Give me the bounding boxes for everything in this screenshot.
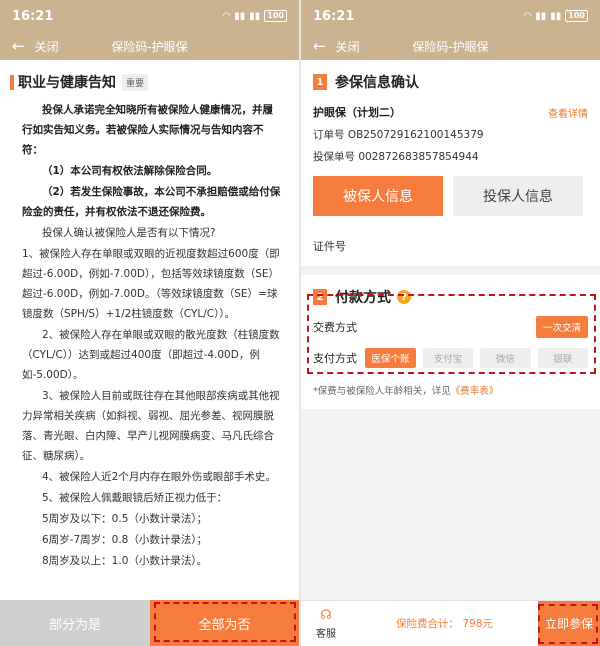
notice-item: 1、被保险人存在单眼或双眼的近视度数超过600度（即超过-6.00D，例如-7.… [22,248,280,320]
tab-holder[interactable]: 投保人信息 [453,176,583,216]
product-row: 护眼保（计划二） 查看详情 [301,100,600,124]
pay-once-button[interactable]: 一次交清 [535,316,588,338]
pay-option-alipay[interactable]: 支付宝 [422,348,474,368]
id-number-label: 证件号 [313,240,346,253]
notice-paragraph: 投保人承诺完全知晓所有被保险人健康情况，并履行如实告知义务。若被保险人实际情况与… [22,104,273,156]
nav-bar: ← 关闭 保险码-护眼保 [0,32,299,60]
signal-icon: ▮▮ [535,10,547,22]
signal-icon-2: ▮▮ [249,10,261,22]
all-no-button[interactable]: 全部为否 [150,600,299,646]
payment-card: 2 付款方式 ? 交费方式 一次交清 支付方式 医保个账 支付宝 微信 银联 *… [301,275,600,409]
customer-service-button[interactable]: ☊ 客服 [301,601,351,646]
person-tabs: 被保人信息 投保人信息 [301,168,600,216]
wifi-icon: ◠ [222,10,231,22]
section-title: 参保信息确认 [335,75,419,91]
notice-body: 投保人承诺完全知晓所有被保险人健康情况，并履行如实告知义务。若被保险人实际情况与… [0,100,299,571]
payment-mode-label: 交费方式 [313,321,357,334]
checkout-bar: ☊ 客服 保险费合计： 798元 立即参保 [301,600,600,646]
payment-method-row: 支付方式 医保个账 支付宝 微信 银联 [301,341,600,375]
status-icons: ◠ ▮▮ ▮▮ 100 [223,10,287,22]
headset-icon: ☊ [320,607,332,623]
status-time: 16:21 [12,8,54,24]
back-arrow-icon[interactable]: ← [313,37,326,55]
status-bar: 16:21 ◠ ▮▮ ▮▮ 100 [0,0,299,32]
notice-paragraph: （1）本公司有权依法解除保险合同。 [42,165,218,177]
section-number: 1 [313,74,327,90]
notice-paragraph: （2）若发生保险事故，本公司不承担赔偿或给付保险金的责任，并有权依法不退还保险费… [22,186,281,218]
close-link[interactable]: 关闭 [336,38,360,55]
premium-tip: *保费与被保险人年龄相关，详见《费率表》 [301,375,600,409]
notice-item: 4、被保险人近2个月内存在眼外伤或眼部手术史。 [42,471,276,483]
section-header: 1 参保信息确认 [301,60,600,100]
enroll-now-label: 立即参保 [544,617,593,631]
tab-insured[interactable]: 被保人信息 [313,176,443,216]
vision-item: 6周岁-7周岁：0.8（小数计录法）； [42,534,208,546]
status-icons: ◠ ▮▮ ▮▮ 100 [524,10,588,22]
battery-icon: 100 [264,10,287,22]
notice-item: 5、被保险人佩戴眼镜后矫正视力低于： [42,492,228,504]
screenshot-root: 16:21 ◠ ▮▮ ▮▮ 100 ← 关闭 保险码-护眼保 职业与健康告知 重… [0,0,600,646]
service-label: 客服 [316,628,336,640]
pay-option-medical[interactable]: 医保个账 [365,348,416,368]
product-name: 护眼保（计划二） [313,106,401,119]
notice-actions: 部分为是 全部为否 [0,600,299,646]
section-header: 2 付款方式 ? [301,275,600,313]
notice-item: 3、被保险人目前或既往存在其他眼部疾病或其他视力异常相关疾病（如斜视、弱视、屈光… [22,390,280,462]
back-arrow-icon[interactable]: ← [12,37,25,55]
nav-bar: ← 关闭 保险码-护眼保 [301,32,600,60]
wifi-icon: ◠ [523,10,532,22]
tip-text: *保费与被保险人年龄相关，详见 [313,386,451,397]
order-number: 订单号 OB250729162100145379 [313,129,484,141]
id-number-field[interactable]: 证件号 [301,216,600,267]
notice-heading: 职业与健康告知 [18,75,116,91]
partial-yes-button[interactable]: 部分为是 [0,600,150,646]
view-detail-link[interactable]: 查看详情 [548,105,588,120]
insurance-info-card: 1 参保信息确认 护眼保（计划二） 查看详情 订单号 OB25072916210… [301,60,600,267]
close-link[interactable]: 关闭 [35,38,59,55]
important-tag: 重要 [122,73,149,91]
signal-icon: ▮▮ [234,10,246,22]
vision-item: 5周岁及以下：0.5（小数计录法）； [42,513,208,525]
notice-question: 投保人确认被保险人是否有以下情况? [42,227,216,239]
section-number: 2 [313,289,327,305]
all-no-label: 全部为否 [198,617,251,633]
policy-number: 投保单号 002872683857854944 [313,151,479,163]
battery-icon: 100 [565,10,588,22]
help-icon[interactable]: ? [397,290,411,304]
status-time: 16:21 [313,8,355,24]
section-title: 付款方式 [335,290,391,306]
health-notice-screen: 16:21 ◠ ▮▮ ▮▮ 100 ← 关闭 保险码-护眼保 职业与健康告知 重… [0,0,299,646]
section-accent-bar [10,74,14,90]
vision-item: 8周岁及以上：1.0（小数计录法）。 [42,555,208,567]
payment-mode-row: 交费方式 一次交清 [301,313,600,341]
rate-table-link[interactable]: 《费率表》 [451,386,499,397]
section-gap [301,267,600,275]
pay-option-unionpay[interactable]: 银联 [537,348,588,368]
notice-item: 2、被保险人存在单眼或双眼的散光度数（柱镜度数（CYL/C））达到或超过400度… [22,329,280,381]
notice-header: 职业与健康告知 重要 [0,60,299,100]
order-confirm-screen: 16:21 ◠ ▮▮ ▮▮ 100 ← 关闭 保险码-护眼保 1 参保信息确认 … [301,0,600,646]
enroll-now-button[interactable]: 立即参保 [538,600,600,646]
pay-option-wechat[interactable]: 微信 [480,348,531,368]
premium-total: 保险费合计： 798元 [396,618,493,630]
signal-icon-2: ▮▮ [550,10,562,22]
payment-method-label: 支付方式 [313,352,357,365]
status-bar: 16:21 ◠ ▮▮ ▮▮ 100 [301,0,600,32]
